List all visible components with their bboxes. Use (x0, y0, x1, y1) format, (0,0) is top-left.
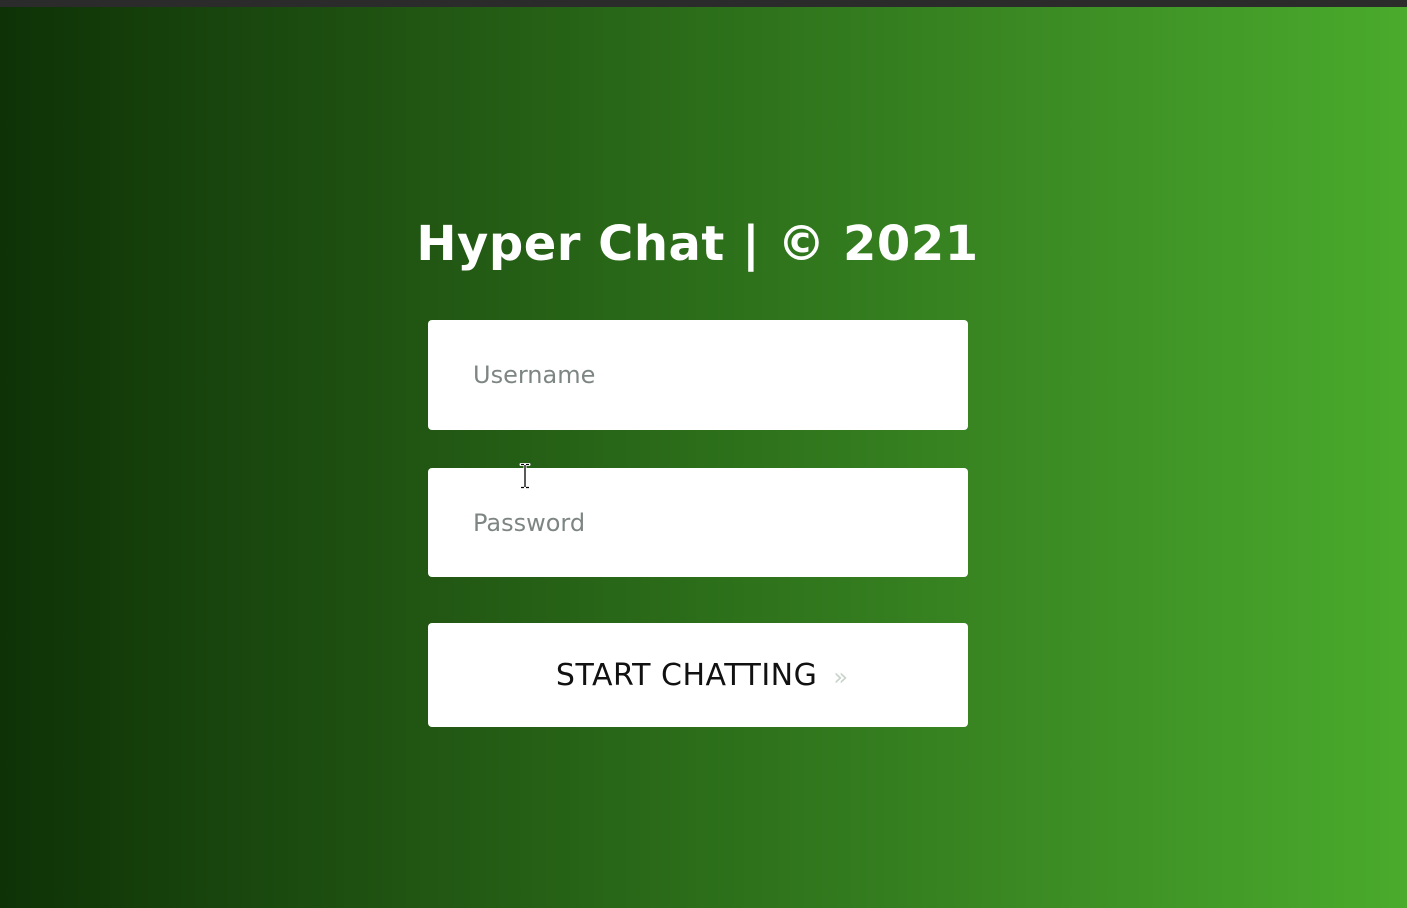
start-chatting-label: START CHATTING (555, 657, 818, 693)
username-input[interactable] (428, 320, 968, 430)
start-chatting-button[interactable]: START CHATTING » (428, 623, 968, 727)
password-input[interactable] (428, 468, 968, 577)
page-title: Hyper Chat | © 2021 (416, 216, 979, 272)
double-chevron-right-icon: » (833, 663, 849, 691)
window-top-bar (0, 0, 1407, 7)
text-cursor-icon (519, 463, 531, 489)
